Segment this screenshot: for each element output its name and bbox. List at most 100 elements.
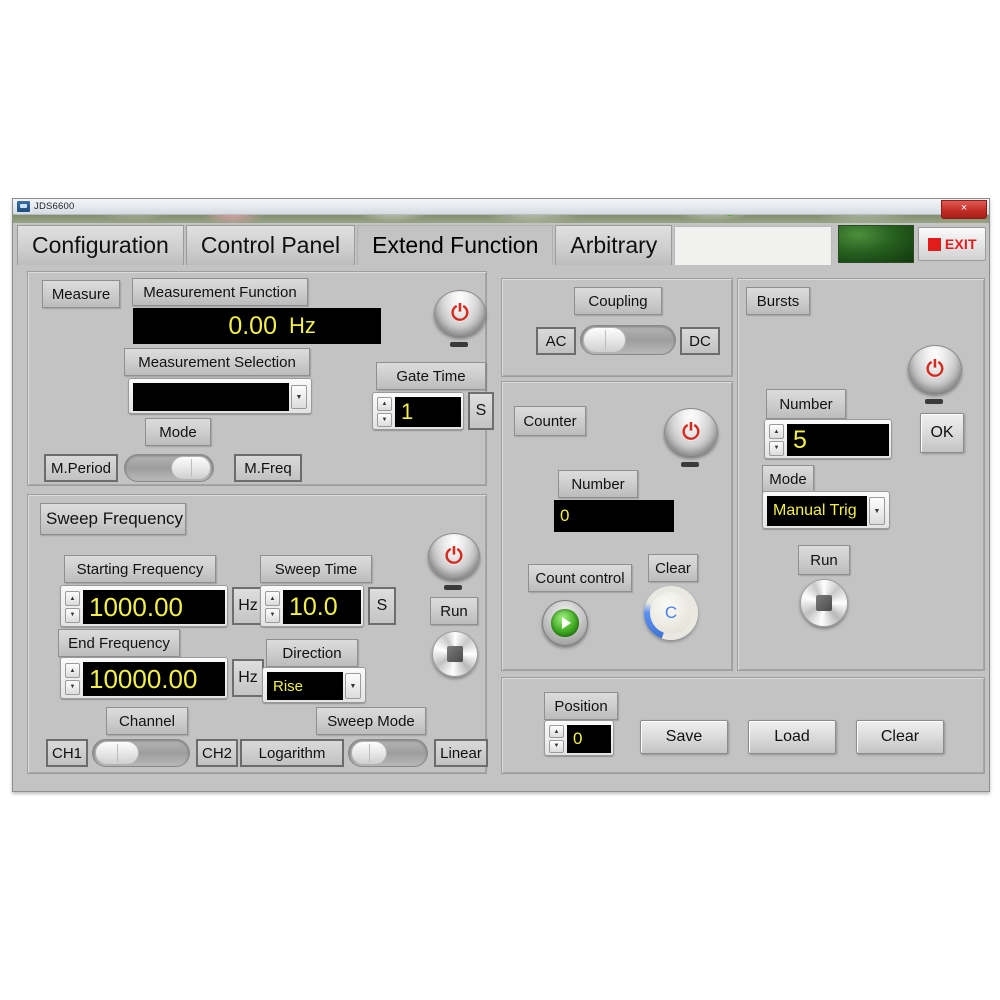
gate-time-up-arrow[interactable]: ▲ bbox=[377, 397, 392, 412]
position-up-arrow[interactable]: ▲ bbox=[549, 725, 564, 739]
storage-panel: Position ▲ ▼ 0 Save Load Clear bbox=[501, 677, 985, 774]
sweep-run-label: Run bbox=[430, 597, 478, 625]
tab-control-panel[interactable]: Control Panel bbox=[185, 225, 356, 265]
counter-power-button[interactable]: ⏻ bbox=[664, 408, 718, 456]
end-frequency-spinner[interactable]: ▲ ▼ bbox=[65, 663, 80, 695]
coupling-option-ac[interactable]: AC bbox=[536, 327, 576, 355]
refresh-icon: C bbox=[649, 591, 693, 635]
bursts-number-spinbox[interactable]: ▲ ▼ 5 bbox=[764, 419, 892, 459]
sweep-mode-option-linear[interactable]: Linear bbox=[434, 739, 488, 767]
measurement-selection-label: Measurement Selection bbox=[124, 348, 310, 376]
chevron-down-icon[interactable]: ▼ bbox=[345, 673, 361, 699]
load-button[interactable]: Load bbox=[748, 720, 836, 754]
measure-power-button[interactable]: ⏻ bbox=[434, 290, 486, 336]
sweep-mode-option-logarithm[interactable]: Logarithm bbox=[240, 739, 344, 767]
starting-frequency-value: 1000.00 bbox=[83, 590, 225, 624]
bursts-mode-label: Mode bbox=[762, 465, 814, 493]
coupling-panel-title: Coupling bbox=[574, 287, 662, 315]
toggle-knob bbox=[170, 456, 211, 480]
sweep-power-button[interactable]: ⏻ bbox=[428, 533, 480, 579]
application-icon bbox=[17, 201, 30, 212]
chevron-down-icon[interactable]: ▼ bbox=[291, 385, 307, 409]
channel-toggle[interactable] bbox=[92, 739, 190, 767]
counter-number-label: Number bbox=[558, 470, 638, 498]
mode-option-m-period[interactable]: M.Period bbox=[44, 454, 118, 482]
bursts-ok-button[interactable]: OK bbox=[920, 413, 964, 453]
end-frequency-up-arrow[interactable]: ▲ bbox=[65, 663, 80, 679]
direction-dropdown[interactable]: Rise ▼ bbox=[262, 667, 366, 703]
sweep-run-knob[interactable] bbox=[432, 631, 478, 677]
bursts-number-up-arrow[interactable]: ▲ bbox=[769, 424, 784, 440]
bursts-power-button[interactable]: ⏻ bbox=[908, 345, 962, 393]
measurement-function-label: Measurement Function bbox=[132, 278, 308, 306]
channel-option-ch2[interactable]: CH2 bbox=[196, 739, 238, 767]
measure-mode-toggle[interactable] bbox=[124, 454, 214, 482]
power-icon: ⏻ bbox=[451, 300, 469, 325]
bursts-run-knob[interactable] bbox=[800, 579, 848, 627]
sweep-time-up-arrow[interactable]: ▲ bbox=[265, 591, 280, 607]
tab-extend-function[interactable]: Extend Function bbox=[357, 225, 554, 265]
save-button[interactable]: Save bbox=[640, 720, 728, 754]
power-icon: ⏻ bbox=[682, 419, 700, 444]
tab-configuration[interactable]: Configuration bbox=[17, 225, 184, 265]
measurement-function-value: 0.00 bbox=[133, 308, 283, 344]
chevron-down-icon[interactable]: ▼ bbox=[869, 497, 885, 525]
coupling-toggle[interactable] bbox=[580, 325, 676, 355]
gate-time-value: 1 bbox=[395, 397, 461, 427]
mode-option-m-freq[interactable]: M.Freq bbox=[234, 454, 302, 482]
sweep-mode-label: Sweep Mode bbox=[316, 707, 426, 735]
starting-frequency-spinner[interactable]: ▲ ▼ bbox=[65, 591, 80, 623]
sweep-time-spinbox[interactable]: ▲ ▼ 10.0 bbox=[260, 585, 364, 627]
exit-button-label: EXIT bbox=[944, 236, 977, 252]
coupling-option-dc[interactable]: DC bbox=[680, 327, 720, 355]
measurement-selection-dropdown[interactable]: ▼ bbox=[128, 378, 312, 414]
position-down-arrow[interactable]: ▼ bbox=[549, 739, 564, 753]
sweep-panel-title: Sweep Frequency bbox=[40, 503, 186, 535]
end-frequency-unit: Hz bbox=[232, 659, 264, 697]
position-label: Position bbox=[544, 692, 618, 720]
measure-panel-title: Measure bbox=[42, 280, 120, 308]
counter-clear-button[interactable]: C bbox=[644, 586, 698, 640]
gate-time-unit: S bbox=[468, 392, 494, 430]
sweep-time-value: 10.0 bbox=[283, 590, 361, 624]
tab-arbitrary[interactable]: Arbitrary bbox=[555, 225, 673, 265]
position-spinner[interactable]: ▲ ▼ bbox=[549, 725, 564, 753]
exit-button[interactable]: EXIT bbox=[918, 227, 987, 261]
counter-number-value: 0 bbox=[554, 500, 674, 532]
channel-label: Channel bbox=[106, 707, 188, 735]
gate-time-spinner[interactable]: ▲ ▼ bbox=[377, 397, 392, 427]
sweep-time-spinner[interactable]: ▲ ▼ bbox=[265, 591, 280, 623]
counter-panel: Counter ⏻ Number 0 Count control Clear C bbox=[501, 381, 733, 671]
count-control-button[interactable] bbox=[542, 600, 588, 646]
starting-frequency-spinbox[interactable]: ▲ ▼ 1000.00 bbox=[60, 585, 228, 627]
window-close-button[interactable]: × bbox=[941, 200, 987, 219]
toggle-knob bbox=[351, 741, 387, 765]
exit-square-icon bbox=[927, 237, 941, 251]
gate-time-down-arrow[interactable]: ▼ bbox=[377, 412, 392, 427]
bursts-number-down-arrow[interactable]: ▼ bbox=[769, 440, 784, 456]
bursts-mode-dropdown[interactable]: Manual Trig ▼ bbox=[762, 491, 890, 529]
power-icon: ⏻ bbox=[445, 543, 463, 568]
clear-button[interactable]: Clear bbox=[856, 720, 944, 754]
starting-frequency-up-arrow[interactable]: ▲ bbox=[65, 591, 80, 607]
sweep-frequency-panel: Sweep Frequency Starting Frequency ▲ ▼ 1… bbox=[27, 494, 488, 774]
end-frequency-down-arrow[interactable]: ▼ bbox=[65, 679, 80, 695]
sweep-time-unit: S bbox=[368, 587, 396, 625]
bursts-number-spinner[interactable]: ▲ ▼ bbox=[769, 424, 784, 456]
sweep-time-down-arrow[interactable]: ▼ bbox=[265, 607, 280, 623]
play-triangle bbox=[561, 616, 571, 629]
measure-power-indicator bbox=[450, 342, 468, 347]
sweep-mode-toggle[interactable] bbox=[348, 739, 428, 767]
starting-frequency-down-arrow[interactable]: ▼ bbox=[65, 607, 80, 623]
sweep-time-label: Sweep Time bbox=[260, 555, 372, 583]
measure-panel: Measure Measurement Function 0.00 Hz Mea… bbox=[27, 271, 494, 486]
channel-option-ch1[interactable]: CH1 bbox=[46, 739, 88, 767]
tab-bar: Configuration Control Panel Extend Funct… bbox=[17, 223, 987, 265]
gate-time-spinbox[interactable]: ▲ ▼ 1 bbox=[372, 392, 464, 430]
measurement-selection-value bbox=[133, 383, 289, 411]
window-title-bar: JDS6600 bbox=[13, 199, 989, 215]
end-frequency-spinbox[interactable]: ▲ ▼ 10000.00 bbox=[60, 657, 228, 699]
bursts-number-value: 5 bbox=[787, 424, 889, 456]
position-spinbox[interactable]: ▲ ▼ 0 bbox=[544, 720, 614, 756]
power-icon: ⏻ bbox=[926, 356, 944, 381]
